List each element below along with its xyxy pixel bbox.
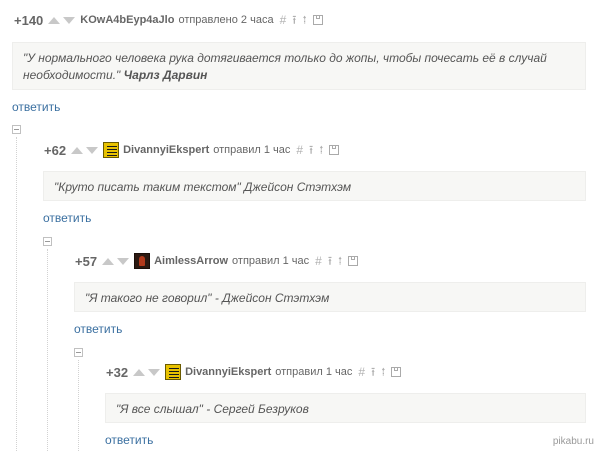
comment-quote: "Круто писать таким текстом" Джейсон Стэ… (54, 180, 352, 194)
permalink-icon[interactable]: # (315, 254, 322, 268)
avatar[interactable] (103, 142, 120, 158)
comment-time: отправил 1 час (275, 366, 353, 378)
reply-link[interactable]: ответить (74, 322, 122, 336)
thread-line (16, 137, 17, 451)
comment-author[interactable]: DivannyiEkspert (185, 366, 271, 378)
comment-quote: "Я все слышал" - Сергей Безруков (116, 402, 309, 416)
comment-quote: "У нормального человека рука дотягиваетс… (23, 51, 547, 82)
reply-link[interactable]: ответить (43, 211, 91, 225)
comment-rating: +140 (14, 12, 44, 28)
save-icon[interactable] (329, 145, 340, 155)
save-icon[interactable] (312, 15, 323, 25)
comment-text: "У нормального человека рука дотягиваетс… (12, 42, 586, 90)
comment-quote: "Я такого не говорил" - Джейсон Стэтхэм (85, 291, 330, 305)
save-icon[interactable] (348, 256, 359, 266)
branch-icon[interactable]: ⭫ (319, 143, 323, 157)
comment-header: +32 DivannyiEkspert отправил 1 час # ⭱ ⭫ (106, 364, 407, 380)
parent-icon[interactable]: ⭱ (328, 254, 332, 268)
save-icon[interactable] (391, 367, 402, 377)
vote-up-icon[interactable] (71, 146, 84, 154)
vote-down-icon[interactable] (63, 16, 76, 24)
permalink-icon[interactable]: # (358, 365, 365, 379)
reply-link[interactable]: ответить (105, 433, 153, 447)
vote-up-icon[interactable] (48, 16, 61, 24)
comment-author[interactable]: DivannyiEkspert (123, 144, 209, 156)
comment-text: "Я все слышал" - Сергей Безруков (105, 393, 586, 423)
vote-down-icon[interactable] (148, 368, 161, 376)
comment-header: +57 AimlessArrow отправил 1 час # ⭱ ⭫ (75, 253, 364, 269)
reply-link[interactable]: ответить (12, 100, 60, 114)
vote-up-icon[interactable] (102, 257, 115, 265)
comment-rating: +62 (44, 142, 67, 158)
comment-rating: +32 (106, 364, 129, 380)
vote-down-icon[interactable] (117, 257, 130, 265)
parent-icon[interactable]: ⭱ (309, 143, 313, 157)
comment-text: "Я такого не говорил" - Джейсон Стэтхэм (74, 282, 586, 312)
collapse-toggle[interactable] (43, 237, 52, 246)
branch-icon[interactable]: ⭫ (381, 365, 385, 379)
permalink-icon[interactable]: # (296, 143, 303, 157)
comment-header: +140 KOwA4bEyp4aJlo отправлено 2 часа # … (14, 12, 329, 28)
branch-icon[interactable]: ⭫ (302, 13, 306, 27)
avatar[interactable] (134, 253, 151, 269)
watermark: pikabu.ru (552, 436, 594, 447)
comment-time: отправил 1 час (232, 255, 310, 267)
comment-header: +62 DivannyiEkspert отправил 1 час # ⭱ ⭫ (44, 142, 345, 158)
comment-time: отправил 1 час (213, 144, 291, 156)
comment-author[interactable]: KOwA4bEyp4aJlo (80, 14, 174, 26)
thread-line (47, 249, 48, 451)
comment-text: "Круто писать таким текстом" Джейсон Стэ… (43, 171, 586, 201)
collapse-toggle[interactable] (12, 125, 21, 134)
parent-icon[interactable]: ⭱ (292, 13, 296, 27)
vote-down-icon[interactable] (86, 146, 99, 154)
comment-author[interactable]: AimlessArrow (154, 255, 228, 267)
thread-line (78, 360, 79, 451)
permalink-icon[interactable]: # (280, 13, 287, 27)
comment-rating: +57 (75, 253, 98, 269)
branch-icon[interactable]: ⭫ (338, 254, 342, 268)
collapse-toggle[interactable] (74, 348, 83, 357)
comment-time: отправлено 2 часа (178, 14, 274, 26)
comment-quote-author: Чарлз Дарвин (123, 68, 208, 82)
parent-icon[interactable]: ⭱ (371, 365, 375, 379)
vote-up-icon[interactable] (133, 368, 146, 376)
avatar[interactable] (165, 364, 182, 380)
